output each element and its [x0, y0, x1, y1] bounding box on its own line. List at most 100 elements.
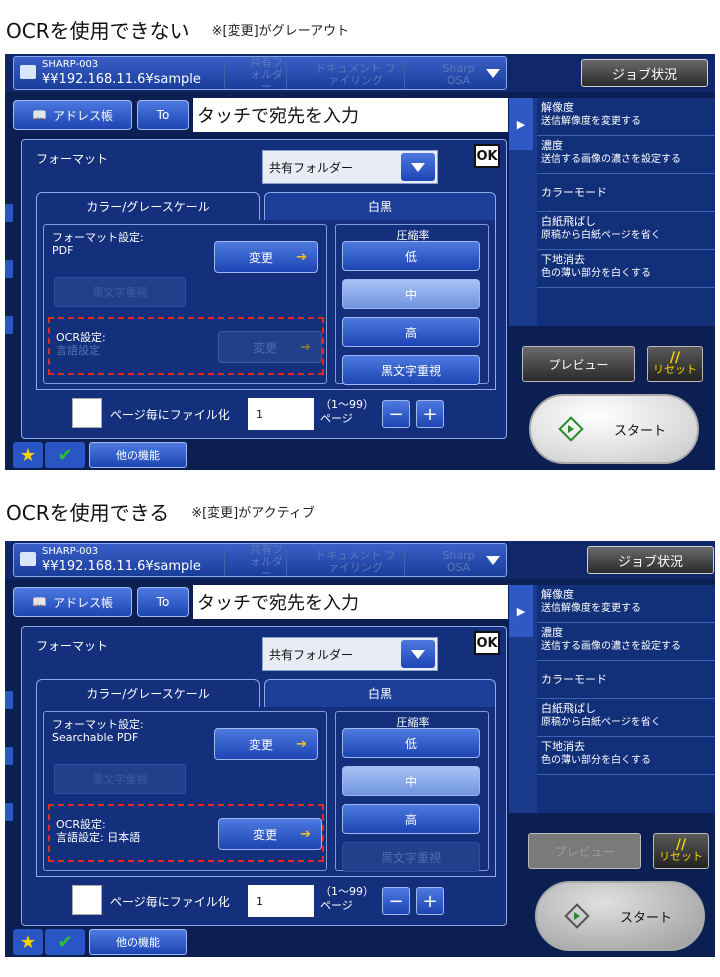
chevron-down-icon[interactable] — [486, 556, 500, 565]
other-functions-button[interactable]: 他の機能 — [89, 929, 187, 955]
side-item-background-erase[interactable]: 下地消去 色の薄い部分を白くする — [537, 737, 715, 775]
book-icon: 📖 — [32, 595, 47, 609]
compression-high-button[interactable]: 高 — [342, 804, 480, 834]
side-item-blank-skip[interactable]: 白紙飛ばし 原稿から白紙ページを省く — [537, 212, 715, 250]
page-plus-button[interactable]: + — [416, 400, 444, 428]
compression-mid-button[interactable]: 中 — [342, 766, 480, 796]
compression-mid-button[interactable]: 中 — [342, 279, 480, 309]
to-button[interactable]: To — [137, 587, 189, 617]
tab-shared-folder: 共有フォルダー — [224, 57, 284, 93]
destination-input[interactable]: タッチで宛先を入力 1 + ⚲ — [193, 585, 671, 619]
side-item-background-erase[interactable]: 下地消去 色の薄い部分を白くする — [537, 250, 715, 288]
per-page-row: ページ毎にファイル化 1 （1～99） ページ − + — [72, 885, 452, 917]
mode-tabs: カラー/グレースケール 白黒 — [36, 679, 496, 707]
compression-text-priority-button[interactable]: 黒文字重視 — [342, 355, 480, 385]
folder-icon — [20, 65, 36, 79]
reset-button[interactable]: //リセット — [647, 346, 703, 382]
ok-button[interactable]: OK — [474, 631, 500, 655]
side-item-density[interactable]: 濃度 送信する画像の濃さを設定する — [537, 623, 715, 661]
per-page-checkbox[interactable] — [72, 885, 102, 915]
destination-input[interactable]: タッチで宛先を入力 1 + ⚲ — [193, 98, 671, 132]
side-expand-icon[interactable]: ▶ — [509, 98, 533, 150]
check-icon[interactable]: ✔ — [45, 442, 85, 468]
chevron-down-icon[interactable] — [401, 640, 435, 668]
chevron-down-icon[interactable] — [401, 153, 435, 181]
format-dialog: フォーマット 共有フォルダー OK カラー/グレースケール 白黒 フォーマット設… — [21, 626, 507, 926]
page-count-input[interactable]: 1 — [248, 885, 314, 917]
address-book-button[interactable]: 📖 アドレス帳 — [13, 587, 132, 617]
side-item-resolution[interactable]: 解像度 送信解像度を変更する — [537, 98, 715, 136]
page-minus-button[interactable]: − — [382, 887, 410, 915]
start-icon — [564, 903, 590, 929]
address-book-button[interactable]: 📖 アドレス帳 — [13, 100, 132, 130]
address-book-label: アドレス帳 — [52, 108, 113, 123]
page-minus-button[interactable]: − — [382, 400, 410, 428]
page-count-input[interactable]: 1 — [248, 398, 314, 430]
host-name: SHARP-003 — [42, 546, 99, 557]
other-functions-button[interactable]: 他の機能 — [89, 442, 187, 468]
per-page-checkbox[interactable] — [72, 398, 102, 428]
compression-box: 圧縮率 低 中 高 黒文字重視 — [335, 711, 489, 872]
check-icon[interactable]: ✔ — [45, 929, 85, 955]
side-item-color-mode[interactable]: カラーモード — [537, 174, 715, 212]
reset-button[interactable]: //リセット — [653, 833, 709, 869]
star-icon[interactable]: ★ — [13, 929, 43, 955]
side-item-density[interactable]: 濃度 送信する画像の濃さを設定する — [537, 136, 715, 174]
tab-body: フォーマット設定: PDF 変更 ➔ 黒文字重視 OCR設定: 言語設定 変更 ➔ — [36, 220, 496, 390]
ocr-value: 言語設定: 日本語 — [56, 831, 141, 844]
to-button[interactable]: To — [137, 100, 189, 130]
side-item-color-mode[interactable]: カラーモード — [537, 661, 715, 699]
tab-color-grayscale[interactable]: カラー/グレースケール — [36, 192, 260, 220]
ocr-change-button[interactable]: 変更 ➔ — [218, 331, 322, 363]
per-page-label: ページ毎にファイル化 — [110, 895, 230, 909]
caption-note: ※[変更]がグレーアウト — [211, 23, 350, 39]
ocr-setting-label: OCR設定: 言語設定 — [56, 331, 106, 357]
host-name: SHARP-003 — [42, 59, 99, 70]
destination-placeholder: タッチで宛先を入力 — [197, 593, 359, 614]
host-selector[interactable]: SHARP-003 ¥¥192.168.11.6¥sample 共有フォルダー … — [13, 543, 507, 580]
arrow-right-icon: ➔ — [300, 340, 311, 355]
side-expand-icon[interactable]: ▶ — [509, 585, 533, 637]
start-button[interactable]: スタート — [535, 881, 705, 951]
tab-color-grayscale[interactable]: カラー/グレースケール — [36, 679, 260, 707]
host-selector[interactable]: SHARP-003 ¥¥192.168.11.6¥sample 共有フォルダー … — [13, 56, 507, 93]
per-page-label: ページ毎にファイル化 — [110, 408, 230, 422]
left-strip — [5, 691, 13, 709]
left-strip — [5, 747, 13, 765]
ocr-value: 言語設定 — [56, 344, 100, 357]
tab-black-white[interactable]: 白黒 — [264, 679, 496, 707]
format-destination-select[interactable]: 共有フォルダー — [262, 637, 438, 671]
preview-button[interactable]: プレビュー — [528, 833, 641, 869]
ocr-change-button[interactable]: 変更 ➔ — [218, 818, 322, 850]
caption-note: ※[変更]がアクティブ — [191, 505, 315, 521]
format-change-button[interactable]: 変更 ➔ — [214, 241, 318, 273]
side-item-resolution[interactable]: 解像度 送信解像度を変更する — [537, 585, 715, 623]
compression-high-button[interactable]: 高 — [342, 317, 480, 347]
format-value: Searchable PDF — [52, 731, 139, 744]
mode-tabs: カラー/グレースケール 白黒 — [36, 192, 496, 220]
star-icon[interactable]: ★ — [13, 442, 43, 468]
job-status-button[interactable]: ジョブ状況 — [581, 59, 708, 87]
format-setting-label: フォーマット設定: Searchable PDF — [52, 718, 144, 744]
caption-panel-2: OCRを使用できる ※[変更]がアクティブ — [6, 496, 315, 526]
job-status-button[interactable]: ジョブ状況 — [587, 546, 714, 574]
left-strip — [5, 316, 13, 334]
compression-low-button[interactable]: 低 — [342, 728, 480, 758]
preview-button[interactable]: プレビュー — [522, 346, 635, 382]
compression-text-priority-button[interactable]: 黒文字重視 — [342, 842, 480, 872]
format-change-button[interactable]: 変更 ➔ — [214, 728, 318, 760]
side-panel: ▶ 解像度 送信解像度を変更する 濃度 送信する画像の濃さを設定する カラーモード … — [509, 98, 715, 326]
ok-button[interactable]: OK — [474, 144, 500, 168]
ghost-setting-button: 黒文字重視 — [54, 277, 186, 307]
format-destination-select[interactable]: 共有フォルダー — [262, 150, 438, 184]
start-button[interactable]: スタート — [529, 394, 699, 464]
side-item-blank-skip[interactable]: 白紙飛ばし 原稿から白紙ページを省く — [537, 699, 715, 737]
page-plus-button[interactable]: + — [416, 887, 444, 915]
format-title: フォーマット — [36, 152, 109, 166]
ocr-highlight: OCR設定: 言語設定 変更 ➔ — [48, 317, 324, 375]
side-items: 解像度 送信解像度を変更する 濃度 送信する画像の濃さを設定する カラーモード 白紙… — [537, 585, 715, 813]
caption-main: OCRを使用できる — [6, 500, 170, 525]
chevron-down-icon[interactable] — [486, 69, 500, 78]
compression-low-button[interactable]: 低 — [342, 241, 480, 271]
tab-black-white[interactable]: 白黒 — [264, 192, 496, 220]
